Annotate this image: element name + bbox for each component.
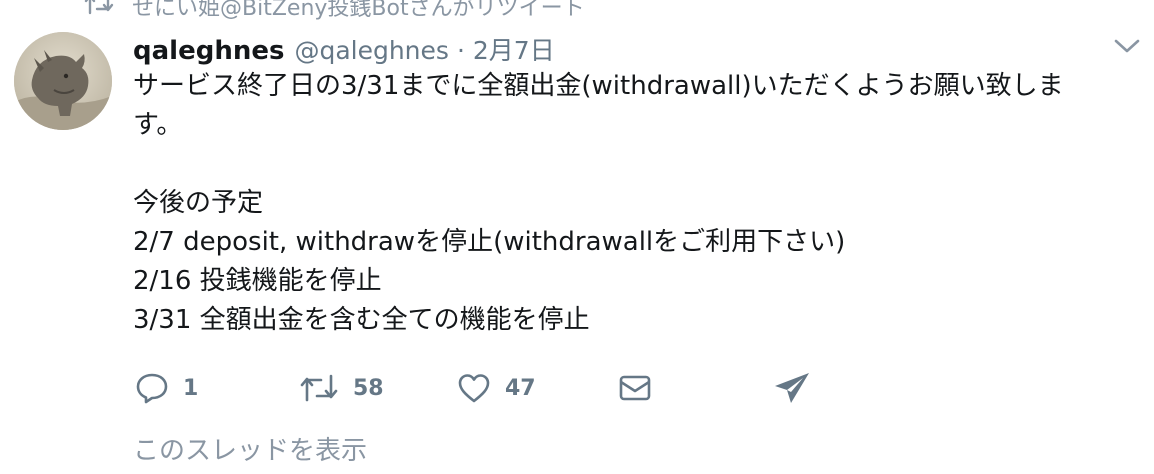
tweet-date[interactable]: 2月7日 [473,31,555,67]
author-handle[interactable]: @qaleghnes [294,36,448,65]
like-button[interactable]: 47 [457,366,536,410]
direct-message-button[interactable] [618,366,652,410]
chevron-down-icon[interactable] [1113,36,1141,56]
author-name[interactable]: qaleghnes [133,36,284,66]
reply-icon [135,372,169,404]
tweet-text-line: サービス終了日の3/31までに全額出金(withdrawall)いただくようお願… [133,71,1064,101]
tweet-text-line: 今後の予定 [133,188,264,218]
reply-button[interactable]: 1 [135,366,198,410]
like-count: 47 [505,375,536,401]
tweet-text-blank-line [133,145,1123,184]
envelope-icon [618,373,652,403]
tweet-text: サービス終了日の3/31までに全額出金(withdrawall)いただくようお願… [133,67,1123,340]
retweet-context-text[interactable]: せにい姫@BitZeny投銭Botさんがリツイート [132,0,585,22]
tweet-text-line: 2/7 deposit, withdrawを停止(withdrawallをご利用… [133,227,846,257]
tweet-header: qaleghnes @qaleghnes · 2月7日 [133,31,555,67]
tweet-actions: 1 58 47 [133,366,833,410]
reply-count: 1 [183,375,199,401]
author-avatar[interactable] [14,32,112,130]
retweet-icon [84,0,132,21]
tweet-text-line: す。 [133,110,183,140]
show-thread-link[interactable]: このスレッドを表示 [133,430,367,467]
paper-plane-icon [773,370,811,406]
tweet-text-line: 3/31 全額出金を含む全ての機能を停止 [133,305,590,335]
retweet-button[interactable]: 58 [299,366,384,410]
share-button[interactable] [773,366,811,410]
retweet-count: 58 [353,375,384,401]
header-separator: · [456,36,465,65]
tweet-text-line: 2/16 投銭機能を停止 [133,266,382,296]
retweet-icon [299,372,339,404]
heart-icon [457,372,491,404]
retweet-context: せにい姫@BitZeny投銭Botさんがリツイート [84,0,585,21]
